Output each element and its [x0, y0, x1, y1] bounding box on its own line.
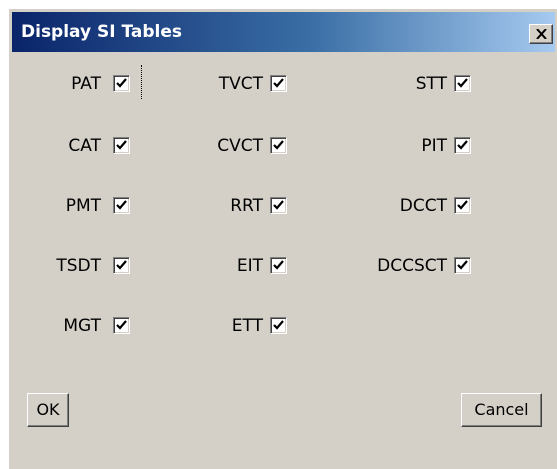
tsdt-checkbox[interactable]: [113, 257, 130, 274]
title-bar[interactable]: Display SI Tables: [12, 12, 555, 52]
pit-label: PIT: [421, 136, 447, 156]
tsdt-label: TSDT: [56, 256, 101, 276]
rrt-label: RRT: [230, 196, 263, 216]
mgt-label: MGT: [63, 316, 101, 336]
mgt-checkbox[interactable]: [113, 317, 130, 334]
cvct-label: CVCT: [217, 136, 263, 156]
dccsct-checkbox[interactable]: [454, 257, 471, 274]
stt-checkbox[interactable]: [454, 75, 471, 92]
stt-label: STT: [415, 74, 447, 94]
dcct-label: DCCT: [399, 196, 447, 216]
cvct-checkbox[interactable]: [270, 137, 287, 154]
pmt-label: PMT: [65, 196, 101, 216]
tvct-label: TVCT: [218, 74, 263, 94]
tvct-checkbox[interactable]: [270, 75, 287, 92]
close-button[interactable]: [529, 24, 553, 44]
ett-label: ETT: [231, 316, 263, 336]
focus-indicator: [141, 65, 142, 99]
dccsct-label: DCCSCT: [377, 256, 447, 276]
cat-label: CAT: [68, 136, 101, 156]
ett-checkbox[interactable]: [270, 317, 287, 334]
pat-label: PAT: [71, 74, 101, 94]
rrt-checkbox[interactable]: [270, 197, 287, 214]
eit-label: EIT: [236, 256, 263, 276]
pmt-checkbox[interactable]: [113, 197, 130, 214]
pit-checkbox[interactable]: [454, 137, 471, 154]
display-si-tables-dialog: Display SI Tables PAT CAT PMT TSDT MGT T…: [8, 8, 557, 469]
window-title: Display SI Tables: [21, 22, 183, 42]
ok-button[interactable]: OK: [27, 393, 69, 427]
cat-checkbox[interactable]: [113, 137, 130, 154]
eit-checkbox[interactable]: [270, 257, 287, 274]
pat-checkbox[interactable]: [113, 75, 130, 92]
dcct-checkbox[interactable]: [454, 197, 471, 214]
cancel-button[interactable]: Cancel: [461, 393, 542, 427]
